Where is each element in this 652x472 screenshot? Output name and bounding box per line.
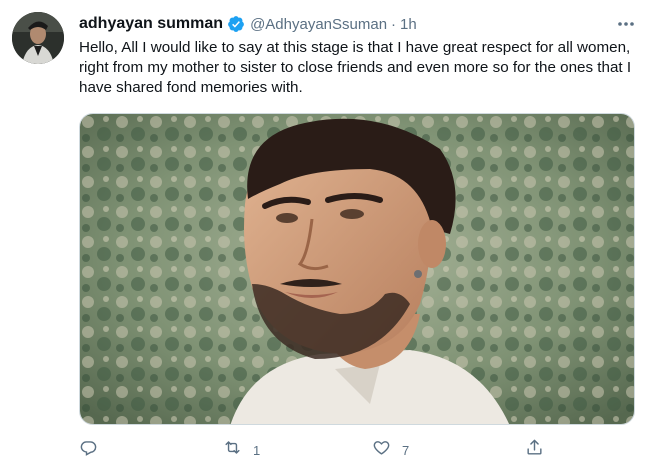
more-horizontal-icon[interactable]: [614, 14, 638, 34]
tweet-actions: 1 7: [79, 436, 549, 464]
tweet-timestamp[interactable]: 1h: [400, 16, 417, 33]
reply-button[interactable]: [79, 436, 109, 464]
tweet-photo[interactable]: [79, 113, 635, 425]
like-count: 7: [402, 442, 410, 458]
tweet-header: adhyayan summan @AdhyayanSsuman · 1h: [79, 13, 417, 35]
share-button[interactable]: [525, 436, 544, 464]
retweet-button[interactable]: 1: [223, 436, 260, 464]
tweet-card[interactable]: adhyayan summan @AdhyayanSsuman · 1h Hel…: [0, 0, 652, 472]
like-button[interactable]: 7: [372, 436, 409, 464]
reply-icon: [79, 438, 98, 462]
retweet-icon: [223, 438, 242, 462]
header-separator: ·: [391, 15, 397, 33]
tweet-text: Hello, All I would like to say at this s…: [79, 39, 632, 96]
heart-icon: [372, 438, 391, 462]
share-icon: [525, 438, 544, 462]
avatar[interactable]: [12, 12, 64, 64]
user-handle[interactable]: @AdhyayanSsuman: [250, 16, 387, 33]
retweet-count: 1: [253, 442, 261, 458]
portrait-photo: [80, 114, 634, 424]
avatar-image: [12, 12, 64, 64]
verified-badge-icon: [227, 15, 245, 33]
user-display-name[interactable]: adhyayan summan: [79, 15, 223, 33]
